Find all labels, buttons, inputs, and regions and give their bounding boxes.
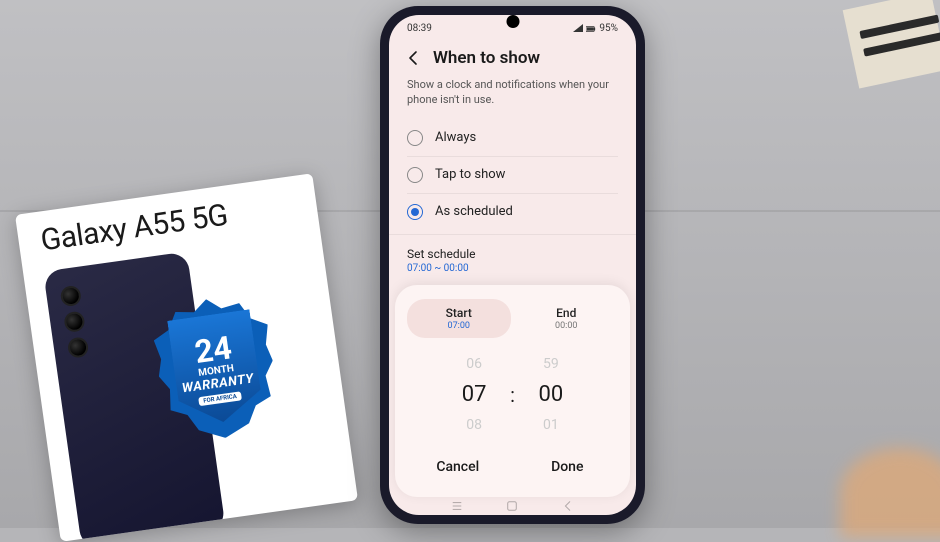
- camera-notch: [506, 15, 519, 28]
- tab-label: Start: [411, 306, 507, 320]
- tab-time: 07:00: [411, 321, 507, 331]
- cancel-button[interactable]: Cancel: [403, 451, 513, 483]
- wheel-next: 08: [444, 413, 504, 437]
- camera-lens-icon: [63, 310, 86, 333]
- chevron-left-icon: [405, 49, 423, 67]
- option-label: As scheduled: [435, 204, 513, 219]
- schedule-range: 07:00 ~ 00:00: [407, 263, 618, 274]
- back-button[interactable]: [405, 49, 423, 67]
- option-tap-to-show[interactable]: Tap to show: [407, 156, 618, 193]
- page-title: When to show: [433, 48, 540, 68]
- radio-icon: [407, 167, 423, 183]
- wheel-prev: 06: [444, 352, 504, 376]
- badge-region: FOR AFRICA: [198, 391, 242, 406]
- schedule-title: Set schedule: [407, 247, 618, 261]
- battery-percent: 95%: [599, 23, 618, 34]
- product-box: Galaxy A55 5G 24 MONTH WARRANTY FOR AFRI…: [15, 173, 358, 542]
- nav-home-icon[interactable]: [505, 499, 519, 513]
- page-header: When to show: [389, 38, 636, 74]
- phone-device: 08:39 95% When to show Show a clock and …: [380, 6, 645, 524]
- battery-icon: [586, 24, 596, 34]
- option-always[interactable]: Always: [407, 120, 618, 156]
- option-as-scheduled[interactable]: As scheduled: [407, 193, 618, 230]
- wheel-next: 01: [521, 413, 581, 437]
- warranty-badge: 24 MONTH WARRANTY FOR AFRICA: [149, 291, 282, 446]
- done-button[interactable]: Done: [513, 451, 623, 483]
- tab-start[interactable]: Start 07:00: [407, 299, 511, 338]
- time-picker-sheet: Start 07:00 End 00:00 06 07 08 : 59 0: [395, 285, 630, 497]
- wheel-current: 07: [444, 376, 504, 413]
- time-wheels: 06 07 08 : 59 00 01: [403, 342, 622, 443]
- time-separator: :: [504, 383, 521, 407]
- nav-recents-icon[interactable]: [450, 499, 464, 513]
- product-title: Galaxy A55 5G: [38, 198, 229, 259]
- signal-icon: [573, 24, 583, 34]
- camera-lens-icon: [67, 336, 90, 359]
- nav-back-icon[interactable]: [561, 499, 575, 513]
- tab-label: End: [519, 306, 615, 320]
- time-tabs: Start 07:00 End 00:00: [403, 295, 622, 342]
- minute-wheel[interactable]: 59 00 01: [521, 352, 581, 437]
- hour-wheel[interactable]: 06 07 08: [444, 352, 504, 437]
- wheel-prev: 59: [521, 352, 581, 376]
- camera-lens-icon: [60, 285, 83, 308]
- radio-icon-selected: [407, 204, 423, 220]
- radio-group: Always Tap to show As scheduled: [389, 120, 636, 230]
- option-label: Tap to show: [435, 167, 505, 182]
- badge-number: 24: [193, 331, 234, 368]
- product-title-area: Galaxy A55 5G: [38, 198, 229, 259]
- tab-time: 00:00: [519, 321, 615, 331]
- status-time: 08:39: [407, 23, 432, 34]
- status-right: 95%: [573, 23, 618, 34]
- wheel-current: 00: [521, 376, 581, 413]
- schedule-section[interactable]: Set schedule 07:00 ~ 00:00: [389, 234, 636, 280]
- radio-icon: [407, 130, 423, 146]
- camera-cluster: [60, 285, 91, 365]
- hand: [840, 448, 940, 538]
- description-text: Show a clock and notifications when your…: [389, 74, 636, 120]
- phone-screen: 08:39 95% When to show Show a clock and …: [389, 15, 636, 515]
- tab-end[interactable]: End 00:00: [515, 299, 619, 338]
- option-label: Always: [435, 130, 476, 145]
- nav-bar: [389, 497, 636, 515]
- sheet-buttons: Cancel Done: [403, 443, 622, 487]
